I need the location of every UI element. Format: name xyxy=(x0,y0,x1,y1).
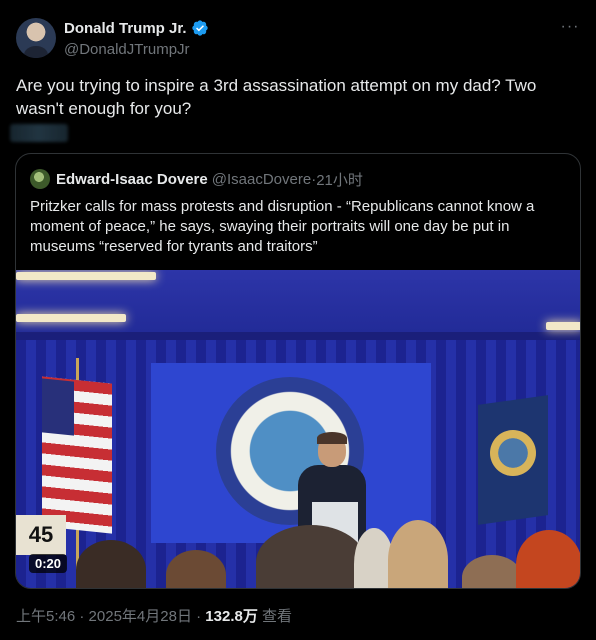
author-display-name[interactable]: Donald Trump Jr. xyxy=(64,20,187,37)
quoted-author-name[interactable]: Edward-Isaac Dovere xyxy=(56,171,208,188)
more-options-icon[interactable]: ··· xyxy=(560,19,580,40)
quoted-author-handle[interactable]: @IsaacDovere xyxy=(212,171,311,188)
ceiling-light xyxy=(16,314,126,322)
ceiling-light xyxy=(546,322,580,330)
video-player[interactable]: 45 0:20 xyxy=(16,270,580,588)
quoted-author-avatar[interactable] xyxy=(30,169,50,189)
tweet-time[interactable]: 上午5:46 xyxy=(16,608,75,625)
quoted-tweet-header: Edward-Isaac Dovere @IsaacDovere · 21小时 xyxy=(30,169,363,189)
tweet-meta: 上午5:46 · 2025年4月28日 · 132.8万 查看 xyxy=(16,605,292,626)
quoted-tweet-text: Pritzker calls for mass protests and dis… xyxy=(30,198,535,255)
author-avatar[interactable] xyxy=(16,18,56,58)
views-count[interactable]: 132.8万 xyxy=(205,608,258,625)
views-label: 查看 xyxy=(257,608,293,625)
verified-badge-icon xyxy=(191,20,208,36)
ceiling-light xyxy=(16,272,156,280)
tweet-text: Are you trying to inspire a 3rd assassin… xyxy=(16,76,537,118)
tweet-header: Donald Trump Jr. @DonaldJTrumpJr ··· xyxy=(16,14,580,62)
blurred-element xyxy=(10,124,68,142)
quoted-time[interactable]: 21小时 xyxy=(316,169,363,190)
video-duration-badge: 0:20 xyxy=(29,554,68,573)
meta-separator: · xyxy=(75,608,89,625)
audience-crowd xyxy=(16,510,580,588)
author-handle[interactable]: @DonaldJTrumpJr xyxy=(64,41,209,58)
tweet-date[interactable]: 2025年4月28日 xyxy=(89,608,192,625)
author-names[interactable]: Donald Trump Jr. @DonaldJTrumpJr xyxy=(64,19,209,58)
us-flag-canton xyxy=(42,378,74,436)
quoted-tweet[interactable]: Edward-Isaac Dovere @IsaacDovere · 21小时 … xyxy=(15,153,581,589)
meta-separator: · xyxy=(191,608,206,625)
state-flag-seal xyxy=(490,430,536,476)
